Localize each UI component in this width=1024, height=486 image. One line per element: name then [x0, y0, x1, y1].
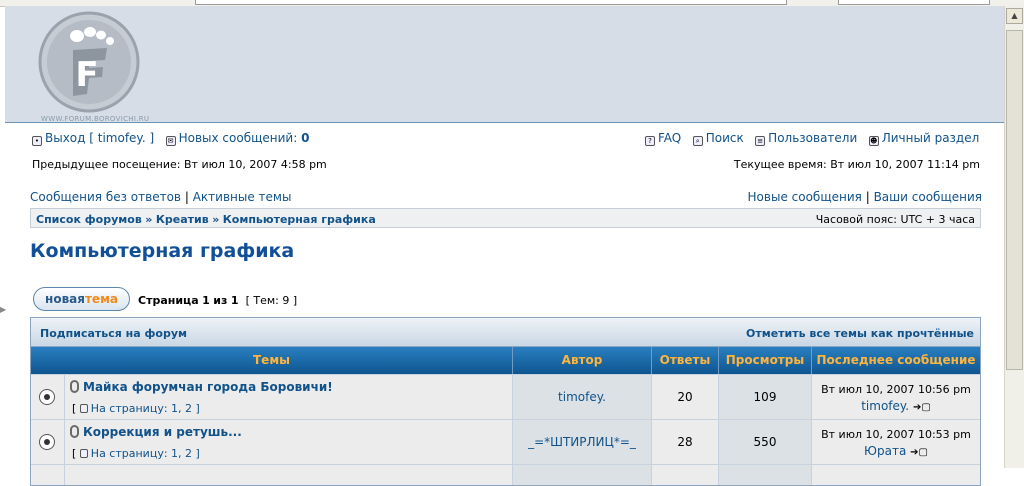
topic-status-icon [39, 434, 55, 450]
mark-read-link[interactable]: Отметить все темы как прочтённые [746, 327, 974, 340]
topic-title-link[interactable]: Коррекция и ретушь... [83, 425, 242, 439]
logout-link[interactable]: Выход [ timofey. ] [45, 131, 154, 145]
header-replies: Ответы [652, 347, 719, 374]
browser-search-box[interactable] [838, 0, 990, 5]
attachment-icon [70, 425, 79, 438]
new-messages-count: 0 [301, 131, 310, 145]
profile-icon: ☻ [868, 136, 879, 146]
scroll-up-icon[interactable]: ▲ [1006, 8, 1023, 24]
pagination: Страница 1 из 1 [ Тем: 9 ] [138, 294, 297, 307]
users-link[interactable]: Пользователи [768, 131, 857, 145]
topic-author-link[interactable]: timofey. [558, 390, 606, 404]
topics-table: Подписаться на форум Отметить все темы к… [30, 317, 981, 486]
page-icon [79, 404, 88, 413]
left-edge-arrow-icon: ▶ [0, 305, 7, 314]
new-messages-link[interactable]: Новых сообщений: 0 [179, 131, 310, 145]
user-status-bar: • Выход [ timofey. ] ✉ Новых сообщений: 0 [32, 131, 309, 146]
page-total: 1 [230, 294, 239, 307]
your-posts-link[interactable]: Ваши сообщения [874, 190, 982, 204]
faq-link[interactable]: FAQ [658, 131, 681, 145]
topic-views: 550 [719, 420, 812, 464]
vertical-scrollbar[interactable]: ▲ [1004, 6, 1024, 468]
logo-caption: WWW.FORUM.BOROVICHI.RU [41, 115, 150, 123]
topic-replies: 20 [652, 375, 719, 419]
profile-link[interactable]: Личный раздел [882, 131, 980, 145]
table-header: Темы Автор Ответы Просмотры Последнее со… [31, 347, 980, 374]
separator: | [865, 190, 870, 204]
new-topic-button[interactable]: новаятема [33, 287, 130, 311]
header-last-post: Последнее сообщение [816, 353, 976, 367]
users-icon: ≡ [755, 136, 766, 146]
page-title: Компьютерная графика [30, 240, 295, 262]
table-row: Коррекция и ретушь... [ На страницу: 1, … [31, 419, 980, 464]
breadcrumb-item-index[interactable]: Список форумов [36, 213, 142, 226]
last-post-user-link[interactable]: Юрата [864, 444, 906, 458]
separator: | [184, 190, 189, 204]
scrollbar-thumb[interactable] [1006, 30, 1023, 370]
current-time: Текущее время: Вт июл 10, 2007 11:14 pm [733, 158, 980, 171]
breadcrumb: Список форумов » Креатив » Компьютерная … [30, 208, 981, 228]
new-topic-accent: тема [84, 292, 118, 306]
topic-views: 109 [719, 375, 812, 419]
last-post-date: Вт июл 10, 2007 10:56 pm [821, 383, 971, 396]
topic-pages-links[interactable]: На страницу: 1, 2 ] [91, 402, 200, 415]
pages-bracket: [ [72, 447, 80, 460]
faq-icon: ? [645, 136, 655, 146]
goto-last-post-icon[interactable]: ➔▢ [910, 447, 928, 458]
address-bar[interactable] [195, 0, 787, 5]
new-topic-label: новая [45, 292, 85, 306]
topic-title-link[interactable]: Майка форумчан города Боровичи! [83, 380, 333, 394]
unanswered-posts-link[interactable]: Сообщения без ответов [30, 190, 181, 204]
breadcrumb-item-creative[interactable]: Креатив [156, 213, 209, 226]
new-messages-label: Новых сообщений: [178, 131, 298, 145]
header-topics: Темы [31, 347, 513, 374]
breadcrumb-item-graphics[interactable]: Компьютерная графика [223, 213, 376, 226]
header-views: Просмотры [719, 347, 812, 374]
logout-icon: • [32, 136, 42, 146]
topic-replies: 28 [652, 420, 719, 464]
page-icon [79, 449, 88, 458]
header-author: Автор [513, 347, 652, 374]
last-post-user-link[interactable]: timofey. [861, 399, 909, 413]
previous-visit: Предыдущее посещение: Вт июл 10, 2007 4:… [32, 158, 327, 171]
breadcrumb-separator: » [145, 213, 153, 226]
search-link[interactable]: Поиск [706, 131, 744, 145]
last-post-date: Вт июл 10, 2007 10:53 pm [821, 428, 971, 441]
table-row [31, 464, 980, 485]
active-topics-link[interactable]: Активные темы [193, 190, 292, 204]
forum-actions-bar: Подписаться на форум Отметить все темы к… [31, 318, 980, 347]
main-menu: ? FAQ ⌕ Поиск ≡ Пользователи ☻ Личный раздел [645, 131, 979, 146]
forum-header: F WWW.FORUM.BOROVICHI.RU [5, 6, 1004, 123]
goto-last-post-icon[interactable]: ➔▢ [913, 402, 931, 413]
page-of: из [213, 294, 228, 307]
new-posts-link[interactable]: Новые сообщения [748, 190, 862, 204]
new-messages-icon: ✉ [165, 136, 176, 146]
breadcrumb-separator: » [212, 213, 220, 226]
pages-bracket: [ [72, 402, 80, 415]
subscribe-forum-link[interactable]: Подписаться на форум [40, 327, 187, 340]
topic-count: [ Тем: 9 ] [245, 294, 298, 307]
logo-letter: F [75, 55, 98, 95]
forum-logo-icon[interactable]: F [37, 10, 141, 114]
page-label: Страница [138, 294, 199, 307]
timezone: Часовой пояс: UTC + 3 часа [815, 213, 975, 226]
topic-pages-links[interactable]: На страницу: 1, 2 ] [91, 447, 200, 460]
topic-status-icon [39, 389, 55, 405]
table-row: Майка форумчан города Боровичи! [ На стр… [31, 374, 980, 419]
page-current: 1 [202, 294, 210, 307]
attachment-icon [70, 380, 79, 393]
search-links-right: Новые сообщения | Ваши сообщения [748, 190, 982, 204]
topic-author-link[interactable]: _=*ШТИРЛИЦ*=_ [528, 435, 636, 449]
search-links-left: Сообщения без ответов | Активные темы [30, 190, 291, 204]
search-icon: ⌕ [692, 136, 703, 146]
